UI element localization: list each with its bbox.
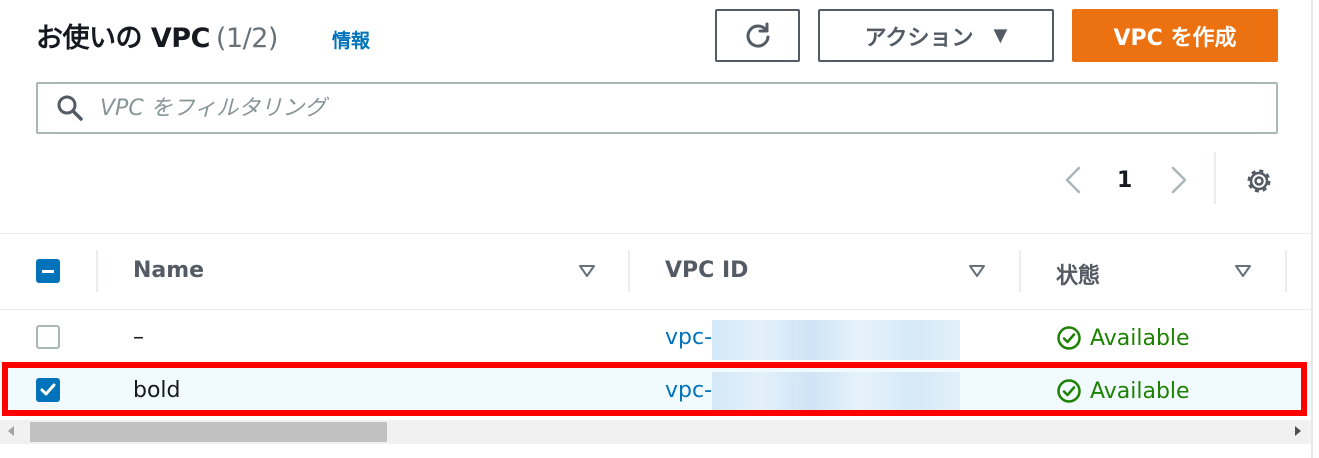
current-page-number[interactable]: 1 — [1117, 168, 1132, 193]
column-separator — [1285, 250, 1287, 292]
panel-border — [1311, 0, 1313, 458]
sort-down-icon[interactable] — [1234, 264, 1252, 278]
vpc-id-link[interactable]: vpc- — [665, 378, 712, 403]
create-vpc-label: VPC を作成 — [1113, 25, 1237, 51]
status-text: Available — [1090, 378, 1190, 404]
scrollbar-thumb[interactable] — [30, 422, 387, 442]
column-header-name[interactable]: Name — [133, 258, 204, 283]
page-title-text: お使いの VPC — [36, 23, 210, 54]
redacted-vpc-id — [712, 372, 960, 412]
actions-label: アクション — [864, 25, 974, 51]
table-top-divider — [0, 233, 1311, 234]
actions-dropdown-button[interactable]: アクション ▼ — [818, 9, 1054, 62]
column-separator — [628, 250, 630, 292]
row-name: bold — [133, 378, 181, 403]
select-all-checkbox[interactable] — [36, 259, 60, 283]
search-input[interactable] — [98, 94, 1202, 122]
refresh-button[interactable] — [715, 9, 800, 62]
header-divider — [0, 309, 1311, 310]
refresh-icon — [746, 22, 769, 48]
checkmark-icon — [40, 383, 56, 396]
column-separator — [1019, 250, 1021, 292]
row-checkbox[interactable] — [36, 378, 60, 402]
sort-down-icon[interactable] — [578, 264, 596, 278]
scroll-right-arrow-icon[interactable] — [1295, 426, 1301, 436]
chevron-right-icon[interactable] — [1166, 164, 1192, 196]
status-text: Available — [1090, 325, 1190, 351]
status-badge: Available — [1056, 378, 1190, 404]
scroll-left-arrow-icon[interactable] — [8, 426, 14, 436]
create-vpc-button[interactable]: VPC を作成 — [1072, 9, 1278, 62]
filter-search-box[interactable] — [36, 82, 1278, 134]
column-header-vpc-id[interactable]: VPC ID — [665, 258, 748, 283]
column-separator — [96, 250, 98, 292]
status-badge: Available — [1056, 325, 1190, 351]
row-name: – — [133, 325, 144, 350]
column-header-status[interactable]: 状態 — [1056, 258, 1100, 290]
sort-down-icon[interactable] — [968, 264, 986, 278]
check-circle-icon — [1057, 379, 1081, 403]
info-link[interactable]: 情報 — [332, 26, 370, 53]
search-icon — [57, 95, 83, 121]
vpc-list-panel: お使いの VPC(1/2) 情報 アクション ▼ VPC を作成 1 — [0, 0, 1319, 458]
check-circle-icon — [1057, 326, 1081, 350]
selection-count: (1/2) — [215, 23, 279, 54]
vpc-id-link[interactable]: vpc- — [665, 325, 712, 350]
indeterminate-icon — [42, 270, 54, 273]
caret-down-icon: ▼ — [993, 25, 1008, 46]
chevron-left-icon[interactable] — [1060, 164, 1086, 196]
row-checkbox[interactable] — [36, 325, 60, 349]
page-title: お使いの VPC (1/2) — [36, 16, 278, 55]
gear-icon[interactable] — [1244, 166, 1274, 196]
redacted-vpc-id — [712, 320, 960, 360]
pagination-divider — [1214, 152, 1216, 204]
